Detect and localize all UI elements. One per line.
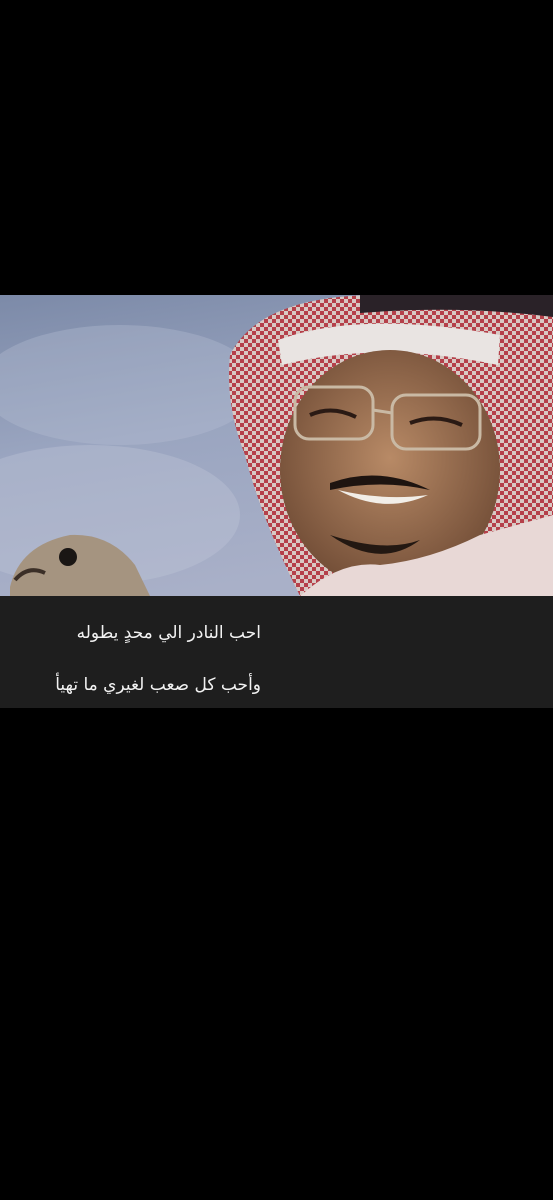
caption-line-2: وأحب كل صعب لغيري ما تهيأ (55, 675, 261, 695)
portrait-image (0, 295, 553, 596)
caption-line-1: احب النادر الي محدٍ يطوله (76, 623, 261, 643)
photo (0, 295, 553, 596)
caption-box: احب النادر الي محدٍ يطوله وأحب كل صعب لغ… (0, 596, 553, 708)
